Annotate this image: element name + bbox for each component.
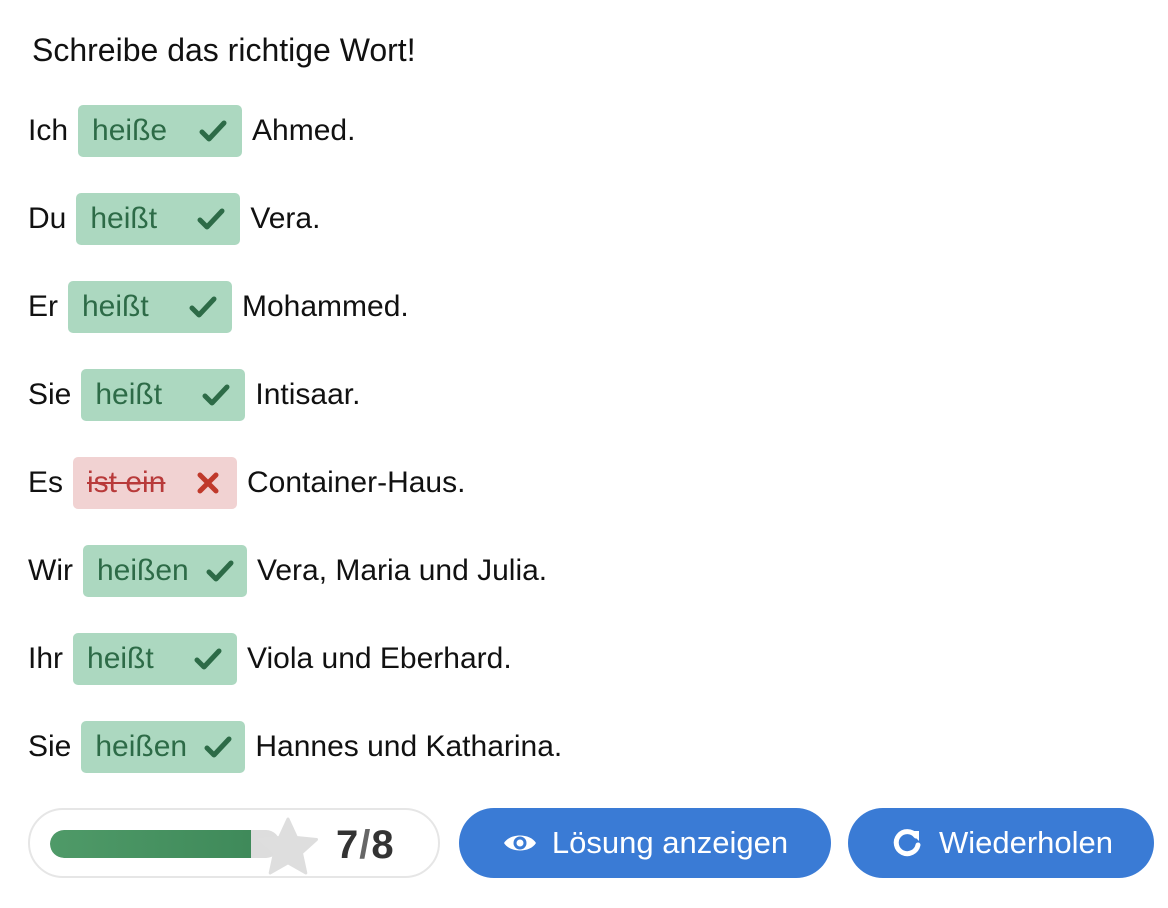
sentence-start: Wir [28, 554, 73, 587]
answer-field[interactable]: heiße [78, 105, 243, 157]
answer-text: heißen [96, 554, 189, 587]
answer-text: heißt [90, 202, 158, 235]
answer-field[interactable]: heißt [81, 369, 246, 421]
check-icon [188, 292, 218, 322]
answer-field[interactable]: heißt [68, 281, 232, 333]
sentence-start: Ich [28, 114, 69, 147]
sentence-end: Intisaar. [255, 378, 361, 411]
cross-icon [193, 468, 223, 498]
sentence-row: Du heißt Vera. [28, 193, 320, 245]
retry-button[interactable]: Wiederholen [848, 808, 1154, 878]
answer-field[interactable]: heißen [81, 721, 246, 773]
check-icon [205, 556, 235, 586]
score-total: 8 [371, 823, 395, 867]
answer-field[interactable]: heißt [76, 193, 241, 245]
sentence-row: Er heißt Mohammed. [28, 281, 409, 333]
progress-bar [50, 830, 280, 858]
sentence-end: Mohammed. [242, 290, 409, 323]
answer-text: heiße [92, 114, 168, 147]
answer-text: heißt [95, 378, 163, 411]
sentence-row: Sie heißt Intisaar. [28, 369, 360, 421]
sentence-end: Hannes und Katharina. [255, 730, 563, 763]
check-icon [198, 116, 228, 146]
show-solution-label: Lösung anzeigen [551, 825, 789, 860]
exercise-page: Schreibe das richtige Wort! Ich heiße Ah… [0, 0, 1168, 908]
retry-label: Wiederholen [938, 825, 1114, 860]
redo-icon [889, 825, 925, 861]
exercise-title: Schreibe das richtige Wort! [32, 32, 416, 68]
score-panel: 7/8 [28, 808, 440, 878]
eye-icon [502, 825, 538, 861]
sentence-row: Ihr heißt Viola und Eberhard. [28, 633, 512, 685]
score-text: 7/8 [336, 823, 395, 868]
check-icon [196, 204, 226, 234]
score-separator: / [359, 823, 372, 867]
sentence-start: Er [28, 290, 58, 323]
sentence-start: Sie [28, 378, 72, 411]
sentence-start: Es [28, 466, 64, 499]
check-icon [201, 380, 231, 410]
show-solution-button[interactable]: Lösung anzeigen [459, 808, 831, 878]
sentence-end: Viola und Eberhard. [247, 642, 512, 675]
sentence-row: Wir heißen Vera, Maria und Julia. [28, 545, 547, 597]
answer-field[interactable]: heißt [73, 633, 238, 685]
sentence-start: Ihr [28, 642, 64, 675]
star-icon [258, 817, 318, 875]
check-icon [193, 644, 223, 674]
check-icon [203, 732, 233, 762]
sentence-end: Ahmed. [252, 114, 356, 147]
sentence-start: Sie [28, 730, 72, 763]
answer-text: ist ein [87, 466, 166, 499]
score-correct: 7 [336, 823, 360, 867]
answer-text: heißen [95, 730, 188, 763]
answer-text: heißt [87, 642, 154, 675]
sentence-row: Ich heiße Ahmed. [28, 105, 355, 157]
sentence-end: Vera, Maria und Julia. [256, 554, 548, 587]
answer-text: heißt [82, 290, 149, 323]
progress-fill [50, 830, 252, 858]
answer-field[interactable]: heißen [82, 545, 247, 597]
sentence-row: Sie heißen Hannes und Katharina. [28, 721, 562, 773]
sentence-end: Container-Haus. [247, 466, 466, 499]
sentence-start: Du [28, 202, 67, 235]
sentence-end: Vera. [250, 202, 321, 235]
sentence-row: Es ist ein Container-Haus. [28, 457, 465, 509]
answer-field[interactable]: ist ein [73, 457, 238, 509]
